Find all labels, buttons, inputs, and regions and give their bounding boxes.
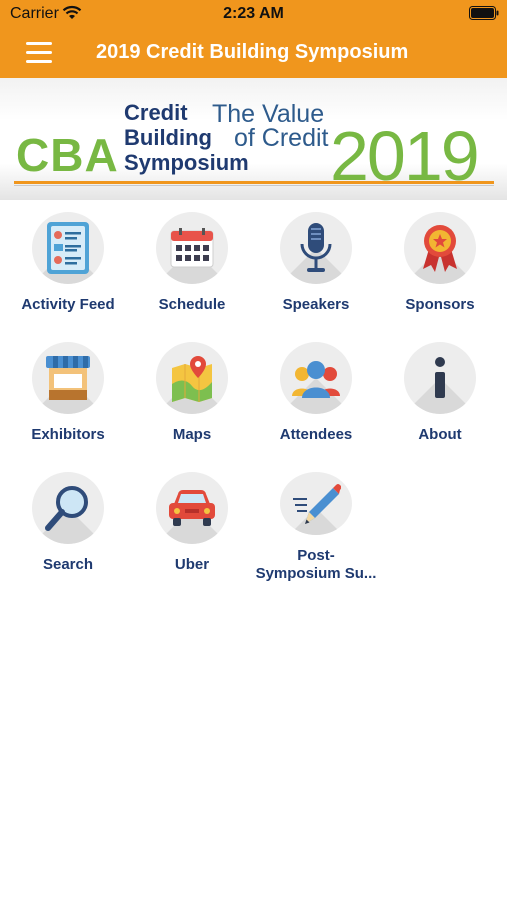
menu-item-label: Uber bbox=[174, 556, 210, 573]
car-icon bbox=[169, 490, 215, 526]
menu-item-post-symposium-survey[interactable]: Post- Symposium Su... bbox=[254, 472, 378, 583]
menu-item-maps[interactable]: Maps bbox=[130, 342, 254, 453]
menu-icon-circle bbox=[404, 342, 476, 414]
menu-item-uber[interactable]: Uber bbox=[130, 472, 254, 583]
clock: 2:23 AM bbox=[223, 5, 284, 22]
menu-item-activity-feed[interactable]: Activity Feed bbox=[6, 212, 130, 323]
menu-item-label: Post- Symposium Su... bbox=[255, 547, 377, 582]
menu-item-label: Activity Feed bbox=[21, 296, 115, 313]
menu-item-attendees[interactable]: Attendees bbox=[254, 342, 378, 453]
event-banner: CBA Credit Building Symposium The Value … bbox=[0, 78, 507, 200]
magnifier-icon bbox=[45, 486, 88, 531]
menu-item-label: Exhibitors bbox=[31, 426, 105, 443]
menu-item-label: Search bbox=[42, 556, 94, 573]
menu-icon-circle bbox=[280, 342, 352, 414]
menu-item-exhibitors[interactable]: Exhibitors bbox=[6, 342, 130, 453]
ribbon-badge-icon bbox=[423, 225, 457, 272]
banner-org-logo: CBA bbox=[16, 129, 119, 181]
people-icon bbox=[292, 361, 340, 398]
banner-year: 2019 bbox=[330, 117, 480, 195]
banner-event-line: Symposium bbox=[124, 150, 249, 175]
menu-grid: Activity Feed Schedule Speakers Sponsors… bbox=[6, 212, 502, 583]
menu-hamburger-icon[interactable] bbox=[26, 42, 52, 64]
banner-tagline-line: of Credit bbox=[234, 124, 329, 152]
banner-divider-shadow bbox=[14, 185, 494, 186]
menu-icon-circle bbox=[156, 342, 228, 414]
map-pin-icon bbox=[172, 356, 212, 402]
banner-divider bbox=[14, 181, 494, 184]
microphone-icon bbox=[300, 223, 332, 272]
menu-icon-circle bbox=[280, 472, 352, 535]
menu-item-label: Attendees bbox=[279, 426, 353, 443]
activity-feed-icon bbox=[47, 222, 89, 274]
info-icon bbox=[435, 357, 445, 398]
menu-icon-circle bbox=[32, 342, 104, 414]
menu-item-speakers[interactable]: Speakers bbox=[254, 212, 378, 323]
menu-item-label: Sponsors bbox=[405, 296, 475, 313]
booth-icon bbox=[46, 356, 90, 400]
calendar-icon bbox=[170, 228, 214, 268]
menu-item-label: Maps bbox=[172, 426, 212, 443]
menu-item-label: Schedule bbox=[158, 296, 226, 313]
menu-item-label: Speakers bbox=[282, 296, 350, 313]
pencil-survey-icon bbox=[293, 483, 341, 524]
menu-icon-circle bbox=[32, 472, 104, 544]
menu-icon-circle bbox=[280, 212, 352, 284]
menu-icon-circle bbox=[404, 212, 476, 284]
menu-item-label: About bbox=[418, 426, 462, 443]
menu-item-about[interactable]: About bbox=[378, 342, 502, 453]
menu-icon-circle bbox=[156, 472, 228, 544]
page-title: 2019 Credit Building Symposium bbox=[96, 41, 409, 63]
app-header: 2019 Credit Building Symposium bbox=[0, 28, 507, 78]
menu-icon-circle bbox=[32, 212, 104, 284]
battery-icon bbox=[469, 6, 499, 20]
menu-item-schedule[interactable]: Schedule bbox=[130, 212, 254, 323]
menu-item-sponsors[interactable]: Sponsors bbox=[378, 212, 502, 323]
menu-icon-circle bbox=[156, 212, 228, 284]
status-bar: Carrier 2:23 AM bbox=[0, 0, 507, 28]
menu-item-search[interactable]: Search bbox=[6, 472, 130, 583]
